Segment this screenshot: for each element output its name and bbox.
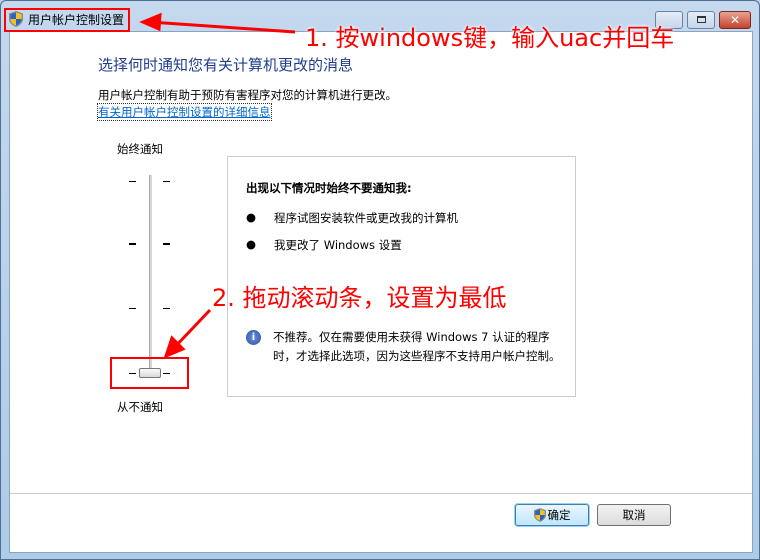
annotation-step1: 1. 按windows键，输入uac并回车 [305,24,675,52]
arrow-icon [149,20,296,34]
annotation-step2: 2. 拖动滚动条，设置为最低 [212,284,507,312]
arrow-head-icon [139,12,162,32]
